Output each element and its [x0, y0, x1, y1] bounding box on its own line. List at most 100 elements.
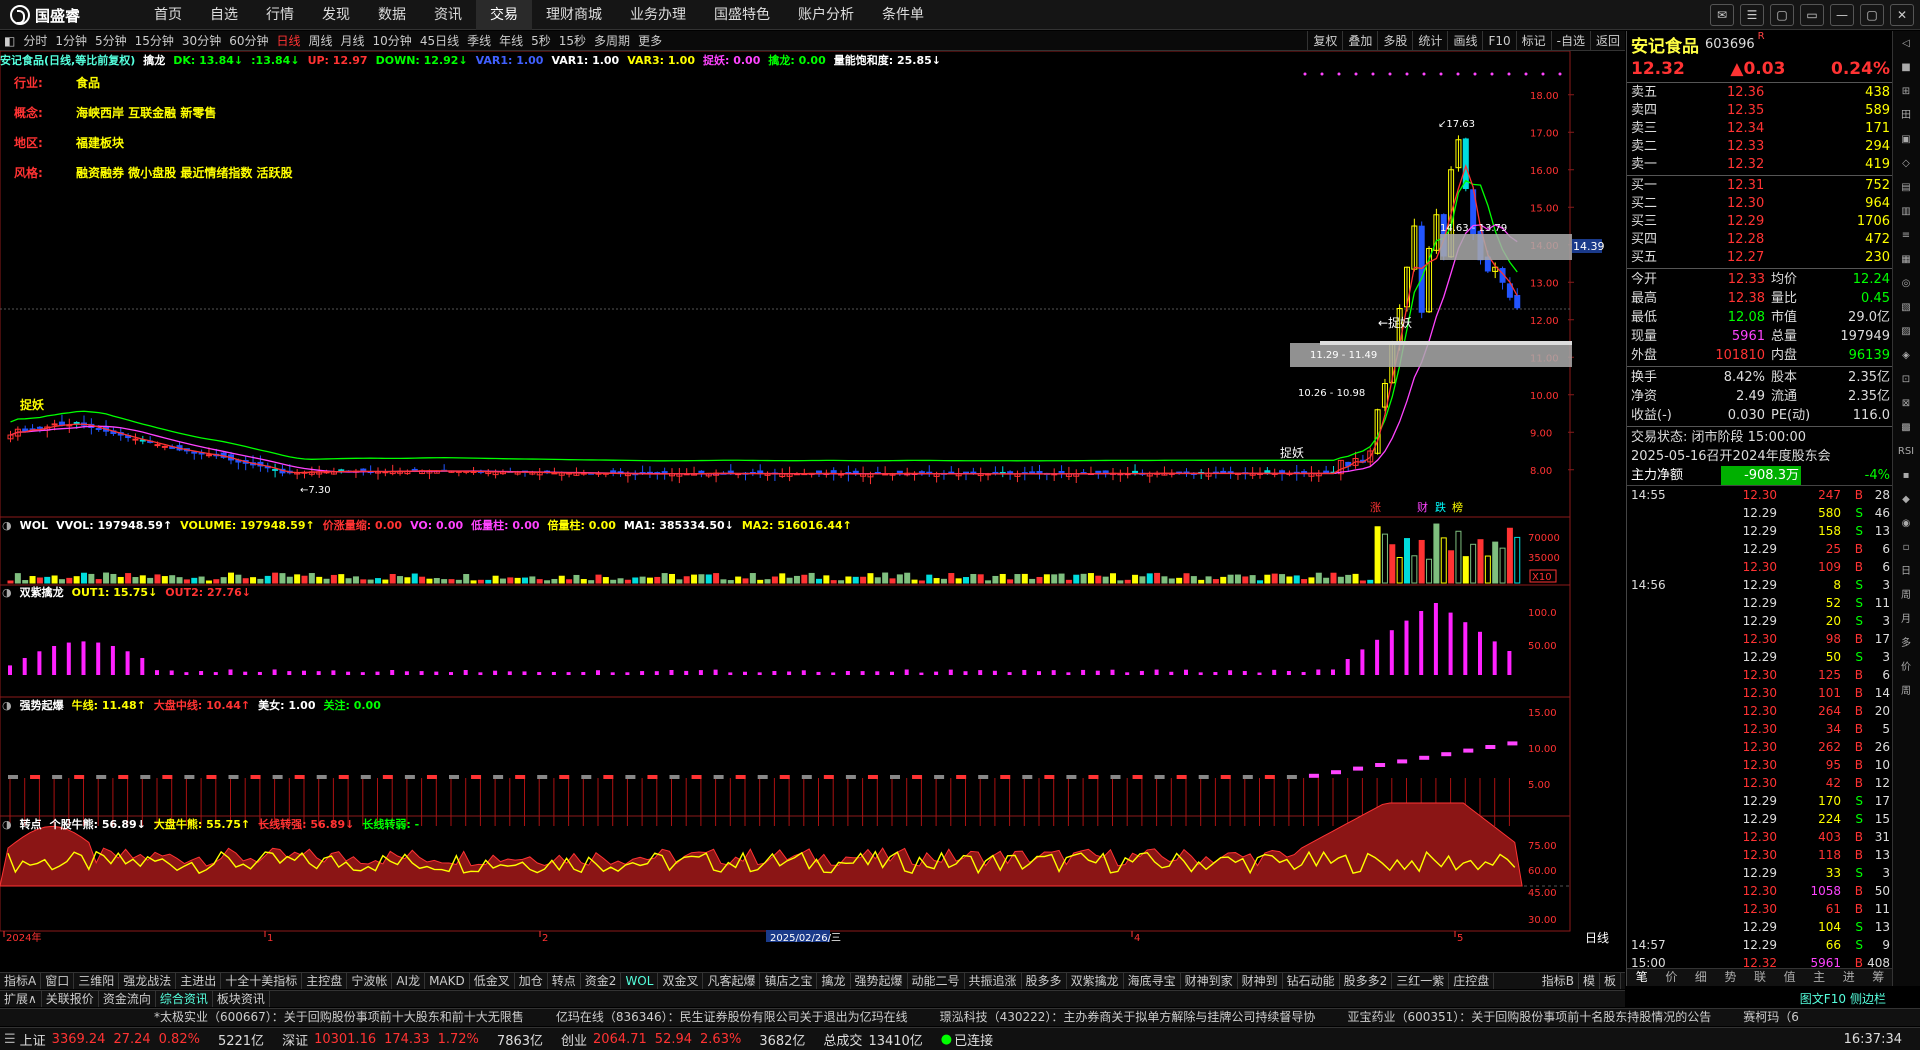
- info-tab[interactable]: 扩展∧: [0, 991, 42, 1007]
- sidebar-tool-icon[interactable]: 多: [1893, 633, 1919, 655]
- indicator-tab[interactable]: 资金2: [581, 973, 622, 989]
- indicator-tab[interactable]: 指标B: [1538, 973, 1579, 989]
- panel-collapse-icon[interactable]: ◑: [2, 818, 12, 831]
- minimize-icon[interactable]: —: [1830, 4, 1854, 26]
- period-tab[interactable]: 15分钟: [131, 31, 178, 51]
- chart-tool-button[interactable]: 标记: [1515, 31, 1551, 51]
- menu-icon[interactable]: ☰: [1740, 4, 1764, 26]
- menu-icon[interactable]: ☰: [4, 1032, 16, 1047]
- chart-tool-button[interactable]: 画线: [1447, 31, 1482, 51]
- indicator-tab[interactable]: 动能二号: [908, 973, 965, 989]
- sidebar-tool-icon[interactable]: ▦: [1893, 249, 1919, 271]
- indicator-tab[interactable]: 宁波帐: [347, 973, 393, 989]
- indicator-tab[interactable]: 财神到: [1238, 973, 1283, 989]
- right-tab[interactable]: 图文F10: [1800, 991, 1846, 1008]
- window-icon[interactable]: ▭: [1800, 4, 1824, 26]
- panel-collapse-icon[interactable]: ◑: [2, 699, 12, 712]
- chart-tool-button[interactable]: 返回: [1589, 31, 1625, 51]
- event-marker[interactable]: 财: [1417, 500, 1428, 514]
- period-tab[interactable]: 季线: [463, 31, 495, 51]
- maximize-icon[interactable]: ▢: [1860, 4, 1884, 26]
- nav-item[interactable]: 自选: [196, 0, 252, 30]
- sidebar-tool-icon[interactable]: ◆: [1893, 489, 1919, 511]
- sidebar-tool-icon[interactable]: 周: [1893, 585, 1919, 607]
- event-marker[interactable]: 涨: [1370, 501, 1381, 514]
- sidebar-tool-icon[interactable]: ▤: [1893, 177, 1919, 199]
- sidebar-tool-icon[interactable]: ◎: [1893, 273, 1919, 295]
- index-name[interactable]: 深证: [282, 1030, 308, 1049]
- order-book-row[interactable]: 买二 12.30 964: [1627, 195, 1920, 213]
- indicator-tab[interactable]: 股多多: [1022, 973, 1067, 989]
- order-book-row[interactable]: 卖四 12.35 589: [1627, 102, 1920, 120]
- sidebar-tool-icon[interactable]: ▨: [1893, 321, 1919, 343]
- sidebar-tool-icon[interactable]: 田: [1893, 105, 1919, 127]
- info-tab[interactable]: 关联报价: [42, 991, 99, 1007]
- tick-list[interactable]: 14:55 12.30 247 B 28 12.29 580 S 46 12.29 158 S 13 12…: [1627, 486, 1920, 972]
- news-item[interactable]: 赛柯玛（6: [1739, 1009, 1803, 1026]
- sidebar-tool-icon[interactable]: ◈: [1893, 345, 1919, 367]
- period-tab[interactable]: 月线: [337, 31, 369, 51]
- indicator-tab[interactable]: 窗口: [41, 973, 75, 989]
- event-notice[interactable]: 2025-05-16召开2024年度股东会: [1627, 447, 1920, 466]
- info-tab[interactable]: 板块资讯: [213, 991, 270, 1007]
- indicator-tab[interactable]: 股多多2: [1340, 973, 1393, 989]
- sidebar-tool-icon[interactable]: ⊠: [1893, 393, 1919, 415]
- period-tab[interactable]: 45日线: [416, 31, 463, 51]
- nav-item[interactable]: 交易: [476, 0, 532, 30]
- indicator-tab[interactable]: 双紫擒龙: [1067, 973, 1124, 989]
- indicator-tab[interactable]: 主进出: [176, 973, 222, 989]
- detail-tab[interactable]: 筹: [1864, 969, 1894, 986]
- indicator-tab[interactable]: MAKD: [425, 973, 470, 989]
- indicator-tab[interactable]: 指标A: [0, 973, 42, 989]
- skin-icon[interactable]: ▢: [1770, 4, 1794, 26]
- period-tab[interactable]: 周线: [305, 31, 337, 51]
- indicator-tab[interactable]: 三红一紫: [1392, 973, 1450, 989]
- sidebar-tool-icon[interactable]: ▥: [1893, 201, 1919, 223]
- info-tab[interactable]: 资金流向: [99, 991, 156, 1007]
- detail-tab[interactable]: 进: [1834, 969, 1864, 986]
- period-tab[interactable]: 10分钟: [369, 31, 416, 51]
- detail-tab[interactable]: 值: [1775, 969, 1805, 986]
- chart-tool-button[interactable]: F10: [1482, 31, 1515, 51]
- chart-tool-button[interactable]: -自选: [1550, 31, 1590, 51]
- nav-item[interactable]: 理财商城: [532, 0, 616, 30]
- news-item[interactable]: 亿玛在线（836346）：民生证券股份有限公司关于退出为亿玛在线: [552, 1009, 912, 1026]
- sidebar-tool-icon[interactable]: 日: [1893, 561, 1919, 583]
- period-tab[interactable]: 15秒: [555, 31, 590, 51]
- panel-icon[interactable]: ◧: [0, 31, 19, 51]
- indicator-tab[interactable]: 擒龙: [817, 973, 851, 989]
- period-tab[interactable]: 日线: [272, 31, 304, 51]
- indicator-tab[interactable]: 双金叉: [658, 973, 704, 989]
- sidebar-tool-icon[interactable]: ▣: [1893, 129, 1919, 151]
- sidebar-tool-icon[interactable]: ⊡: [1893, 369, 1919, 391]
- order-book-row[interactable]: 买三 12.29 1706: [1627, 213, 1920, 231]
- message-icon[interactable]: ✉: [1710, 4, 1734, 26]
- indicator-tab[interactable]: 转点: [548, 973, 581, 989]
- period-tab[interactable]: 年线: [495, 31, 527, 51]
- news-item[interactable]: 亚宝药业（600351）：关于回购股份事项前十名股东持股情况的公告: [1343, 1009, 1715, 1026]
- sidebar-tool-icon[interactable]: ■: [1893, 57, 1919, 79]
- detail-tab[interactable]: 价: [1657, 969, 1687, 986]
- indicator-tab[interactable]: 镇店之宝: [760, 973, 818, 989]
- nav-item[interactable]: 首页: [140, 0, 196, 30]
- sidebar-tool-icon[interactable]: ▧: [1893, 297, 1919, 319]
- indicator-tab[interactable]: WOL: [621, 973, 659, 989]
- right-tab[interactable]: 侧边栏: [1850, 991, 1886, 1008]
- nav-item[interactable]: 账户分析: [784, 0, 868, 30]
- chart-tool-button[interactable]: 叠加: [1342, 31, 1377, 51]
- indicator-tab[interactable]: 庄控盘: [1449, 973, 1495, 989]
- nav-item[interactable]: 资讯: [420, 0, 476, 30]
- chart-formula[interactable]: 擒龙: [143, 52, 165, 68]
- indicator-tab[interactable]: 海底寻宝: [1124, 973, 1181, 989]
- sidebar-tool-icon[interactable]: ▩: [1893, 417, 1919, 439]
- sidebar-tool-icon[interactable]: RSI: [1893, 441, 1919, 463]
- nav-item[interactable]: 行情: [252, 0, 308, 30]
- sidebar-tool-icon[interactable]: ◉: [1893, 513, 1919, 535]
- chart-tool-button[interactable]: 统计: [1412, 31, 1447, 51]
- period-tab[interactable]: 分时: [19, 31, 51, 51]
- sidebar-tool-icon[interactable]: 周: [1893, 681, 1919, 703]
- order-book-row[interactable]: 买四 12.28 472: [1627, 231, 1920, 249]
- order-book-row[interactable]: 卖五 12.36 438: [1627, 84, 1920, 102]
- event-marker[interactable]: 榜: [1452, 500, 1463, 514]
- sidebar-tool-icon[interactable]: ▪: [1893, 465, 1919, 487]
